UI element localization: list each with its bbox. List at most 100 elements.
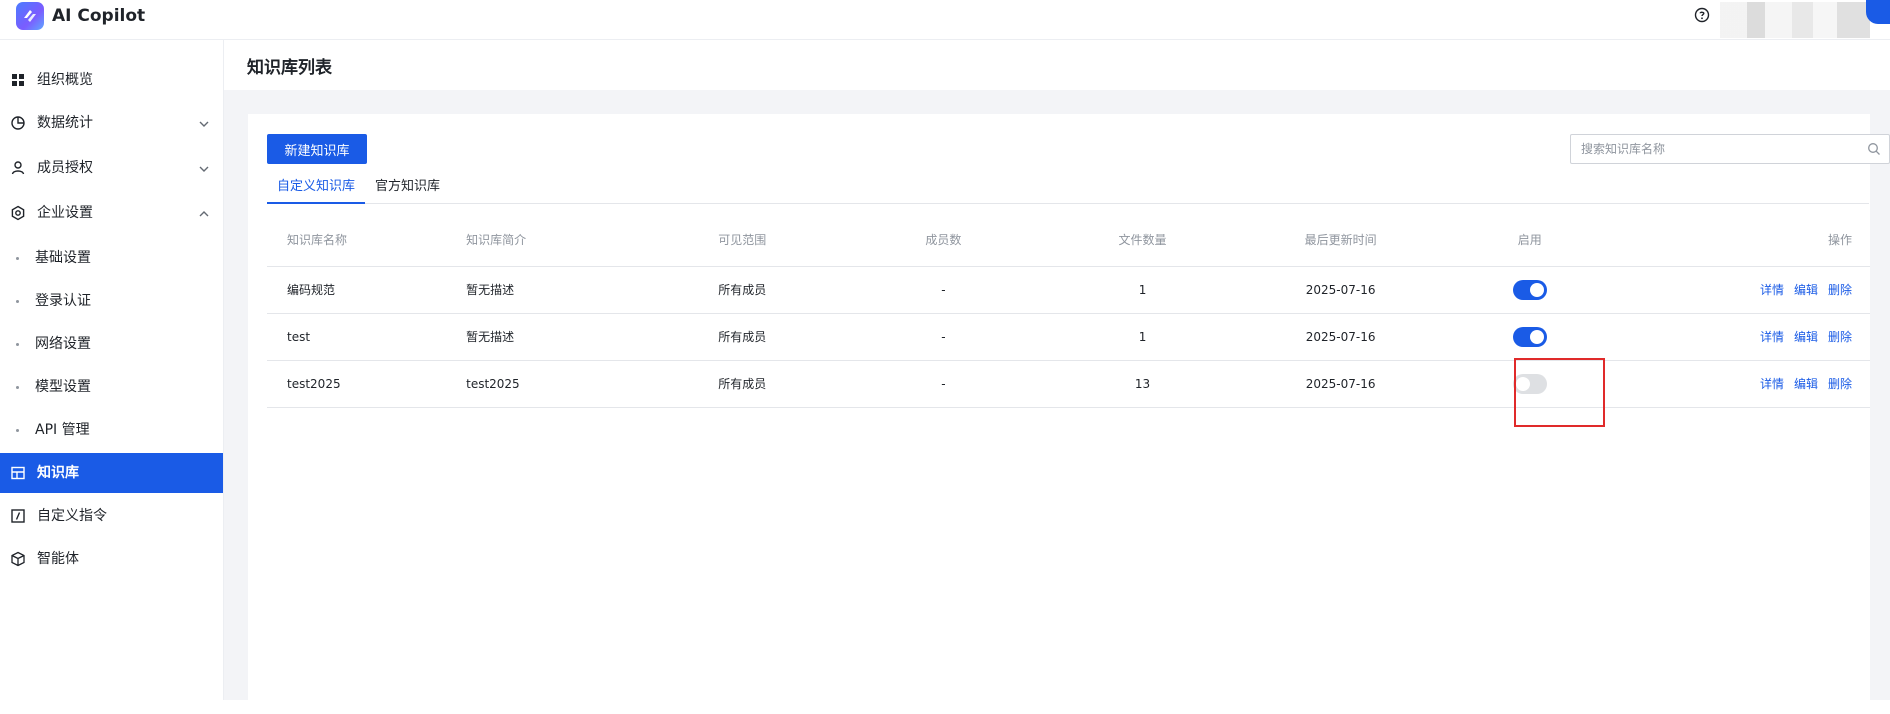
sidebar-subitem-label: API 管理 [35,422,90,438]
detail-link[interactable]: 详情 [1760,330,1784,344]
column-header-updated[interactable]: 最后更新时间 [1271,214,1410,267]
sidebar-item-label: 自定义指令 [37,508,107,524]
kb-files: 13 [1013,360,1272,408]
bullet-dot [16,343,19,346]
chevron-up-icon [199,211,209,217]
kb-enabled-cell [1409,266,1650,314]
tab-official-knowledge-base[interactable]: 官方知识库 [365,172,450,204]
sidebar-item-label: 组织概览 [37,72,93,88]
sidebar-subitem-basic-settings[interactable]: 基础设置 [0,238,223,278]
tab-bar: 自定义知识库 官方知识库 [267,172,1869,204]
cube-icon [11,551,25,567]
user-icon [11,161,25,175]
avatar[interactable] [1866,0,1890,24]
page-title: 知识库列表 [247,58,332,78]
table-row[interactable]: test 暂无描述 所有成员 - 1 2025-07-16 详情 编辑 删除 [267,313,1870,361]
sidebar-subitem-model-settings[interactable]: 模型设置 [0,367,223,407]
kb-desc: test2025 [466,360,719,408]
kb-files: 1 [1013,313,1272,361]
table-row[interactable]: 编码规范 暂无描述 所有成员 - 1 2025-07-16 详情 编辑 删除 [267,266,1870,314]
kb-updated: 2025-07-16 [1271,313,1410,361]
kb-scope: 所有成员 [718,313,874,361]
tab-custom-knowledge-base[interactable]: 自定义知识库 [267,172,366,204]
kb-desc: 暂无描述 [466,313,719,361]
user-info-blurred[interactable] [1720,2,1870,38]
search-icon[interactable] [1867,142,1881,156]
table-row[interactable]: test2025 test2025 所有成员 - 13 2025-07-16 详… [267,360,1870,408]
column-header-members[interactable]: 成员数 [873,214,1014,267]
sidebar-subitem-login-auth[interactable]: 登录认证 [0,281,223,321]
sidebar-item-custom-commands[interactable]: 自定义指令 [0,496,223,536]
app-title: AI Copilot [52,6,146,26]
help-icon[interactable] [1694,7,1710,23]
sidebar-subitem-network-settings[interactable]: 网络设置 [0,324,223,364]
sidebar-item-members[interactable]: 成员授权 [0,148,223,188]
bullet-dot [16,386,19,389]
search-box[interactable] [1570,134,1890,164]
sidebar-item-overview[interactable]: 组织概览 [0,60,223,100]
sidebar-subitem-label: 登录认证 [35,293,91,309]
enable-toggle[interactable] [1512,279,1547,300]
grid-icon [12,74,24,86]
chevron-down-icon [199,121,209,127]
sidebar-item-label: 数据统计 [37,115,93,131]
bullet-dot [16,257,19,260]
sidebar-subitem-label: 模型设置 [35,379,91,395]
sidebar-item-enterprise-settings[interactable]: 企业设置 [0,193,223,233]
sidebar-item-label: 智能体 [37,551,79,567]
sidebar-subitem-label: 基础设置 [35,250,91,266]
column-header-files[interactable]: 文件数量 [1013,214,1272,267]
bullet-dot [16,429,19,432]
settings-icon [11,205,25,221]
toggle-knob [1529,282,1544,297]
sidebar-item-label: 知识库 [37,465,79,481]
kb-enabled-cell [1409,313,1650,361]
sidebar-item-statistics[interactable]: 数据统计 [0,103,223,143]
kb-name: 编码规范 [267,266,467,314]
kb-ops: 详情 编辑 删除 [1649,313,1870,361]
kb-ops: 详情 编辑 删除 [1649,360,1870,408]
edit-link[interactable]: 编辑 [1794,283,1818,297]
sidebar-item-label: 企业设置 [37,205,93,221]
kb-files: 1 [1013,266,1272,314]
sidebar-subitem-label: 网络设置 [35,336,91,352]
bullet-dot [16,300,19,303]
kb-updated: 2025-07-16 [1271,360,1410,408]
knowledge-base-table: 知识库名称 知识库简介 可见范围 成员数 文件数量 最后更新时间 启用 操作 编… [267,214,1870,408]
page-header: 知识库列表 [224,40,1890,90]
sidebar-item-knowledge-base[interactable]: 知识库 [0,453,223,493]
kb-members: - [873,360,1014,408]
kb-ops: 详情 编辑 删除 [1649,266,1870,314]
delete-link[interactable]: 删除 [1828,330,1852,344]
delete-link[interactable]: 删除 [1828,377,1852,391]
search-input[interactable] [1571,135,1851,163]
column-header-ops: 操作 [1649,214,1870,267]
edit-link[interactable]: 编辑 [1794,330,1818,344]
column-header-scope[interactable]: 可见范围 [718,214,874,267]
enable-toggle[interactable] [1512,326,1547,347]
kb-members: - [873,313,1014,361]
kb-scope: 所有成员 [718,266,874,314]
sidebar-item-agents[interactable]: 智能体 [0,539,223,579]
delete-link[interactable]: 删除 [1828,283,1852,297]
kb-members: - [873,266,1014,314]
column-header-desc[interactable]: 知识库简介 [466,214,719,267]
database-icon [11,466,25,480]
detail-link[interactable]: 详情 [1760,283,1784,297]
kb-updated: 2025-07-16 [1271,266,1410,314]
main-content: 知识库列表 新建知识库 自定义知识库 官方知识库 知识库名称 知识库简介 可见范… [224,40,1890,714]
highlight-annotation [1514,358,1605,427]
kb-desc: 暂无描述 [466,266,719,314]
sidebar-subitem-api-management[interactable]: API 管理 [0,410,223,450]
column-header-name[interactable]: 知识库名称 [267,214,467,267]
kb-scope: 所有成员 [718,360,874,408]
toggle-knob [1529,329,1544,344]
kb-name: test2025 [267,360,467,408]
new-knowledge-base-button[interactable]: 新建知识库 [267,134,367,164]
detail-link[interactable]: 详情 [1760,377,1784,391]
slash-command-icon [11,509,25,523]
column-header-enabled[interactable]: 启用 [1409,214,1650,267]
pie-chart-icon [11,116,25,130]
sidebar-item-label: 成员授权 [37,160,93,176]
edit-link[interactable]: 编辑 [1794,377,1818,391]
